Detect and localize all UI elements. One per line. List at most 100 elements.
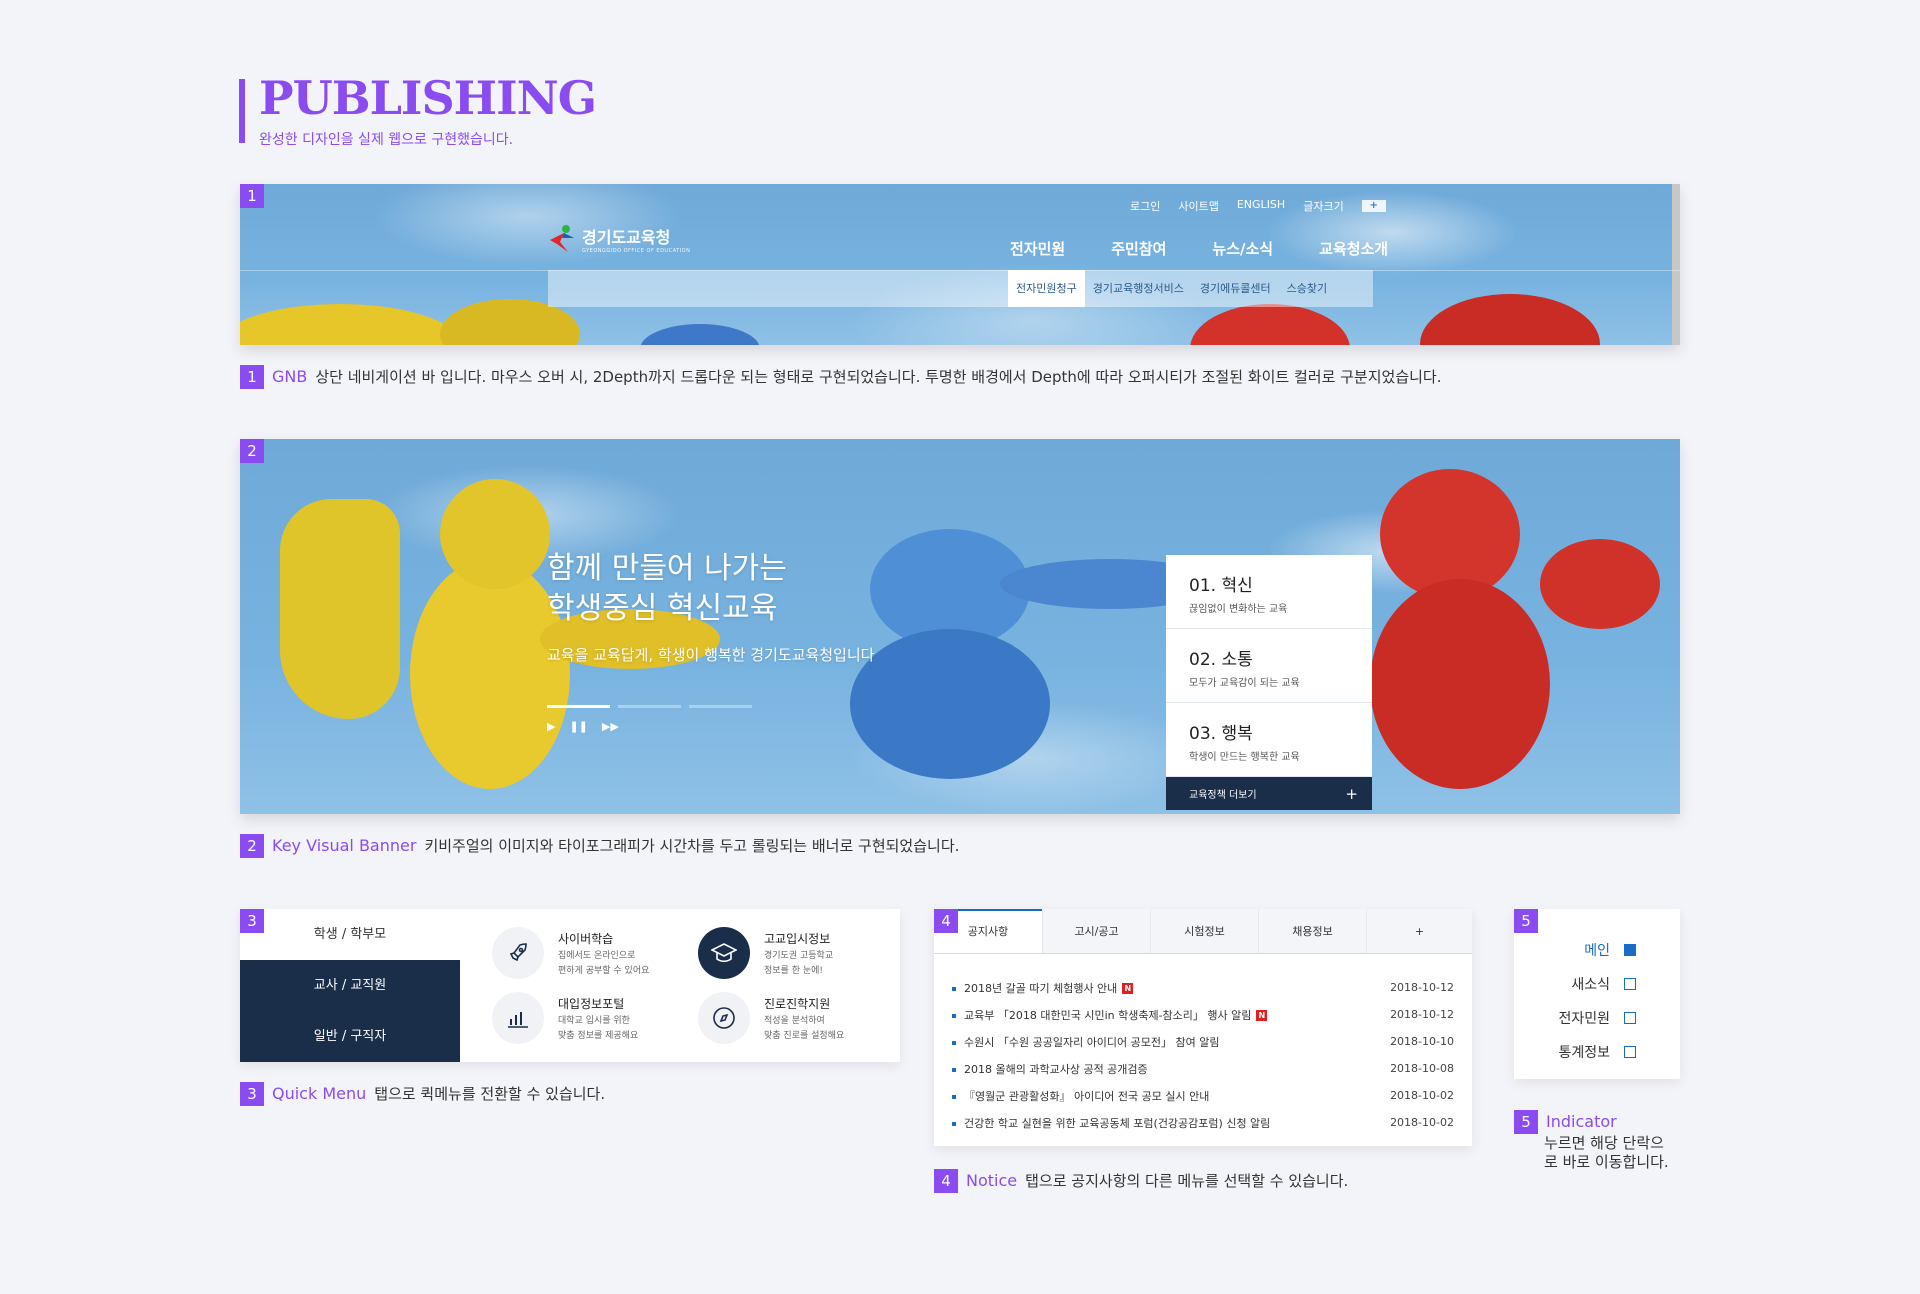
quick-item[interactable]: 사이버학습 집에서도 온라인으로 편하게 공부할 수 있어요 bbox=[492, 927, 649, 979]
pause-icon[interactable]: ❚❚ bbox=[569, 720, 587, 733]
indicator-dot-icon bbox=[1624, 978, 1636, 990]
indicator-dot-icon bbox=[1624, 1046, 1636, 1058]
tab-teacher[interactable]: 교사 / 교직원 bbox=[240, 960, 460, 1011]
section-badge-kv: 2 bbox=[240, 439, 264, 463]
notice-date: 2018-10-12 bbox=[1390, 981, 1454, 994]
quick-item-desc: 정보를 한 눈에! bbox=[764, 965, 824, 976]
menu-item-news[interactable]: 뉴스/소식 bbox=[1212, 238, 1273, 259]
page-subtitle: 완성한 디자인을 실제 웹으로 구현했습니다. bbox=[259, 132, 514, 148]
page-title: PUBLISHING bbox=[259, 71, 597, 125]
submenu-item-claim[interactable]: 전자민원청구 bbox=[1008, 270, 1085, 307]
next-icon[interactable]: ▶▶ bbox=[602, 720, 619, 733]
notice-title: 교육부 「2018 대한민국 시민in 학생축제-참소리」 행사 알림 bbox=[964, 1008, 1252, 1022]
font-size-plus-icon[interactable]: + bbox=[1361, 200, 1386, 212]
font-size-label: 글자크기 bbox=[1303, 200, 1344, 213]
caption-desc: 누르면 해당 단락으 bbox=[1544, 1134, 1664, 1152]
quick-item[interactable]: 고교입시정보경기도권 고등학교정보를 한 눈에! bbox=[698, 927, 833, 979]
page-header: PUBLISHING 완성한 디자인을 실제 웹으로 구현했습니다. bbox=[239, 75, 597, 148]
tab-recruit[interactable]: 채용정보 bbox=[1258, 909, 1366, 953]
caption-quick: 3 Quick Menu 탭으로 퀵메뉴를 전환할 수 있습니다. bbox=[240, 1082, 605, 1106]
menu-item-participation[interactable]: 주민참여 bbox=[1111, 238, 1166, 259]
notice-row[interactable]: 건강한 학교 실현을 위한 교육공동체 포럼(건강공감포럼) 신청 알림 2018… bbox=[952, 1109, 1454, 1136]
graduation-cap-icon bbox=[698, 927, 750, 979]
quick-item-desc: 적성을 분석하여 bbox=[764, 1015, 825, 1026]
indicator-item-news[interactable]: 새소식 bbox=[1514, 967, 1680, 1001]
quick-item[interactable]: 대입정보포털 대학교 입시를 위한 맞춤 정보를 제공해요 bbox=[492, 992, 638, 1044]
quick-item[interactable]: 진로진학지원 적성을 분석하여 맞춤 진로를 설정해요 bbox=[698, 992, 844, 1044]
tab-student[interactable]: 학생 / 학부모 bbox=[240, 909, 460, 960]
plus-icon: + bbox=[1345, 784, 1358, 803]
policy-item[interactable]: 03. 행복 학생이 만드는 행복한 교육 bbox=[1166, 703, 1372, 777]
quick-item-desc: 맞춤 진로를 설정해요 bbox=[764, 1030, 845, 1041]
policy-desc: 모두가 교육감이 되는 교육 bbox=[1189, 678, 1300, 689]
indicator-item-stats[interactable]: 통계정보 bbox=[1514, 1035, 1680, 1069]
indicator-item-civil[interactable]: 전자민원 bbox=[1514, 1001, 1680, 1035]
scrollbar[interactable] bbox=[1672, 184, 1680, 345]
notice-title: 수원시 「수원 공공일자리 아이디어 공모전」 참여 알림 bbox=[964, 1035, 1220, 1049]
notice-date: 2018-10-02 bbox=[1390, 1089, 1454, 1102]
caption-title: GNB bbox=[272, 367, 308, 386]
submenu-item-teacher[interactable]: 스승찾기 bbox=[1279, 270, 1335, 307]
caption-desc: 탭으로 퀵메뉴를 전환할 수 있습니다. bbox=[374, 1085, 606, 1103]
play-icon[interactable]: ▶ bbox=[547, 720, 555, 733]
progress-segment[interactable] bbox=[689, 705, 752, 708]
monkey-decor bbox=[240, 304, 460, 345]
notice-date: 2018-10-08 bbox=[1390, 1062, 1454, 1075]
caption-title: Indicator bbox=[1546, 1112, 1617, 1131]
banner-heading-line2: 학생중심 혁신교육 bbox=[547, 591, 778, 626]
progress-segment[interactable] bbox=[547, 705, 610, 708]
banner-heading-line1: 함께 만들어 나가는 bbox=[547, 551, 787, 586]
logo-text: 경기도교육청 bbox=[582, 228, 671, 247]
submenu-item-callcenter[interactable]: 경기에듀콜센터 bbox=[1192, 270, 1279, 307]
banner-controls: ▶ ❚❚ ▶▶ bbox=[547, 720, 619, 733]
notice-row[interactable]: 2018년 갈골 따기 체험행사 안내 N 2018-10-12 bbox=[952, 974, 1454, 1001]
sitemap-link[interactable]: 사이트맵 bbox=[1178, 198, 1218, 214]
login-link[interactable]: 로그인 bbox=[1130, 198, 1160, 214]
caption-number: 4 bbox=[934, 1169, 958, 1193]
new-badge: N bbox=[1256, 1010, 1268, 1021]
progress-segment[interactable] bbox=[618, 705, 681, 708]
tab-general[interactable]: 일반 / 구직자 bbox=[240, 1011, 460, 1062]
menu-item-about[interactable]: 교육청소개 bbox=[1319, 238, 1388, 259]
notice-date: 2018-10-02 bbox=[1390, 1116, 1454, 1129]
submenu-item-admin[interactable]: 경기교육행정서비스 bbox=[1085, 270, 1192, 307]
monkey-decor bbox=[640, 324, 760, 345]
policy-item[interactable]: 02. 소통 모두가 교육감이 되는 교육 bbox=[1166, 629, 1372, 703]
english-link[interactable]: ENGLISH bbox=[1237, 198, 1285, 214]
quick-item-desc: 집에서도 온라인으로 bbox=[558, 950, 636, 961]
new-badge: N bbox=[1122, 983, 1134, 994]
tab-announcement[interactable]: 고시/공고 bbox=[1042, 909, 1150, 953]
monkey-decor bbox=[1370, 579, 1550, 789]
indicator-label: 통계정보 bbox=[1558, 1045, 1610, 1061]
policy-panel: 01. 혁신 끊임없이 변화하는 교육 02. 소통 모두가 교육감이 되는 교… bbox=[1166, 555, 1372, 810]
caption-title: Quick Menu bbox=[272, 1084, 367, 1103]
menu-item-civil[interactable]: 전자민원 bbox=[1010, 238, 1065, 259]
notice-row[interactable]: 2018 올해의 과학교사상 공적 공개검증 2018-10-08 bbox=[952, 1055, 1454, 1082]
caption-desc: 키비주얼의 이미지와 타이포그래피가 시간차를 두고 롤링되는 배너로 구현되었… bbox=[424, 837, 960, 855]
quick-item-desc: 경기도권 고등학교 bbox=[764, 950, 834, 961]
logo[interactable]: 경기도교육청 GYEONGGIDO OFFICE OF EDUCATION bbox=[548, 224, 690, 254]
policy-more-button[interactable]: 교육정책 더보기 + bbox=[1166, 777, 1372, 810]
quick-item-title: 사이버학습 bbox=[558, 931, 614, 946]
compass-icon bbox=[698, 992, 750, 1044]
more-tab-button[interactable]: + bbox=[1366, 909, 1472, 953]
indicator-label: 메인 bbox=[1584, 943, 1610, 959]
notice-list: 2018년 갈골 따기 체험행사 안내 N 2018-10-12 교육부 「2018… bbox=[934, 954, 1472, 1136]
policy-item[interactable]: 01. 혁신 끊임없이 변화하는 교육 bbox=[1166, 555, 1372, 629]
notice-date: 2018-10-10 bbox=[1390, 1035, 1454, 1048]
bar-chart-icon bbox=[492, 992, 544, 1044]
notice-row[interactable]: 『영월군 관광활성화』 아이디어 전국 공모 실시 안내 2018-10-02 bbox=[952, 1082, 1454, 1109]
tab-exam[interactable]: 시험정보 bbox=[1150, 909, 1258, 953]
section-badge-quick: 3 bbox=[240, 909, 264, 933]
notice-row[interactable]: 수원시 「수원 공공일자리 아이디어 공모전」 참여 알림 2018-10-10 bbox=[952, 1028, 1454, 1055]
notice-row[interactable]: 교육부 「2018 대한민국 시민in 학생축제-참소리」 행사 알림 N 2018… bbox=[952, 1001, 1454, 1028]
quick-tabs: 학생 / 학부모 교사 / 교직원 일반 / 구직자 bbox=[240, 909, 460, 1062]
monkey-decor bbox=[1540, 539, 1660, 629]
caption-number: 1 bbox=[240, 365, 264, 389]
logo-mark-icon bbox=[548, 224, 576, 254]
banner-progress bbox=[547, 705, 752, 708]
submenu-bar: 전자민원청구 경기교육행정서비스 경기에듀콜센터 스승찾기 bbox=[548, 270, 1373, 307]
quick-item-title: 고교입시정보 bbox=[764, 931, 831, 946]
utility-nav: 로그인 사이트맵 ENGLISH 글자크기 + bbox=[1130, 198, 1386, 214]
indicator-item-main[interactable]: 메인 bbox=[1514, 933, 1680, 967]
